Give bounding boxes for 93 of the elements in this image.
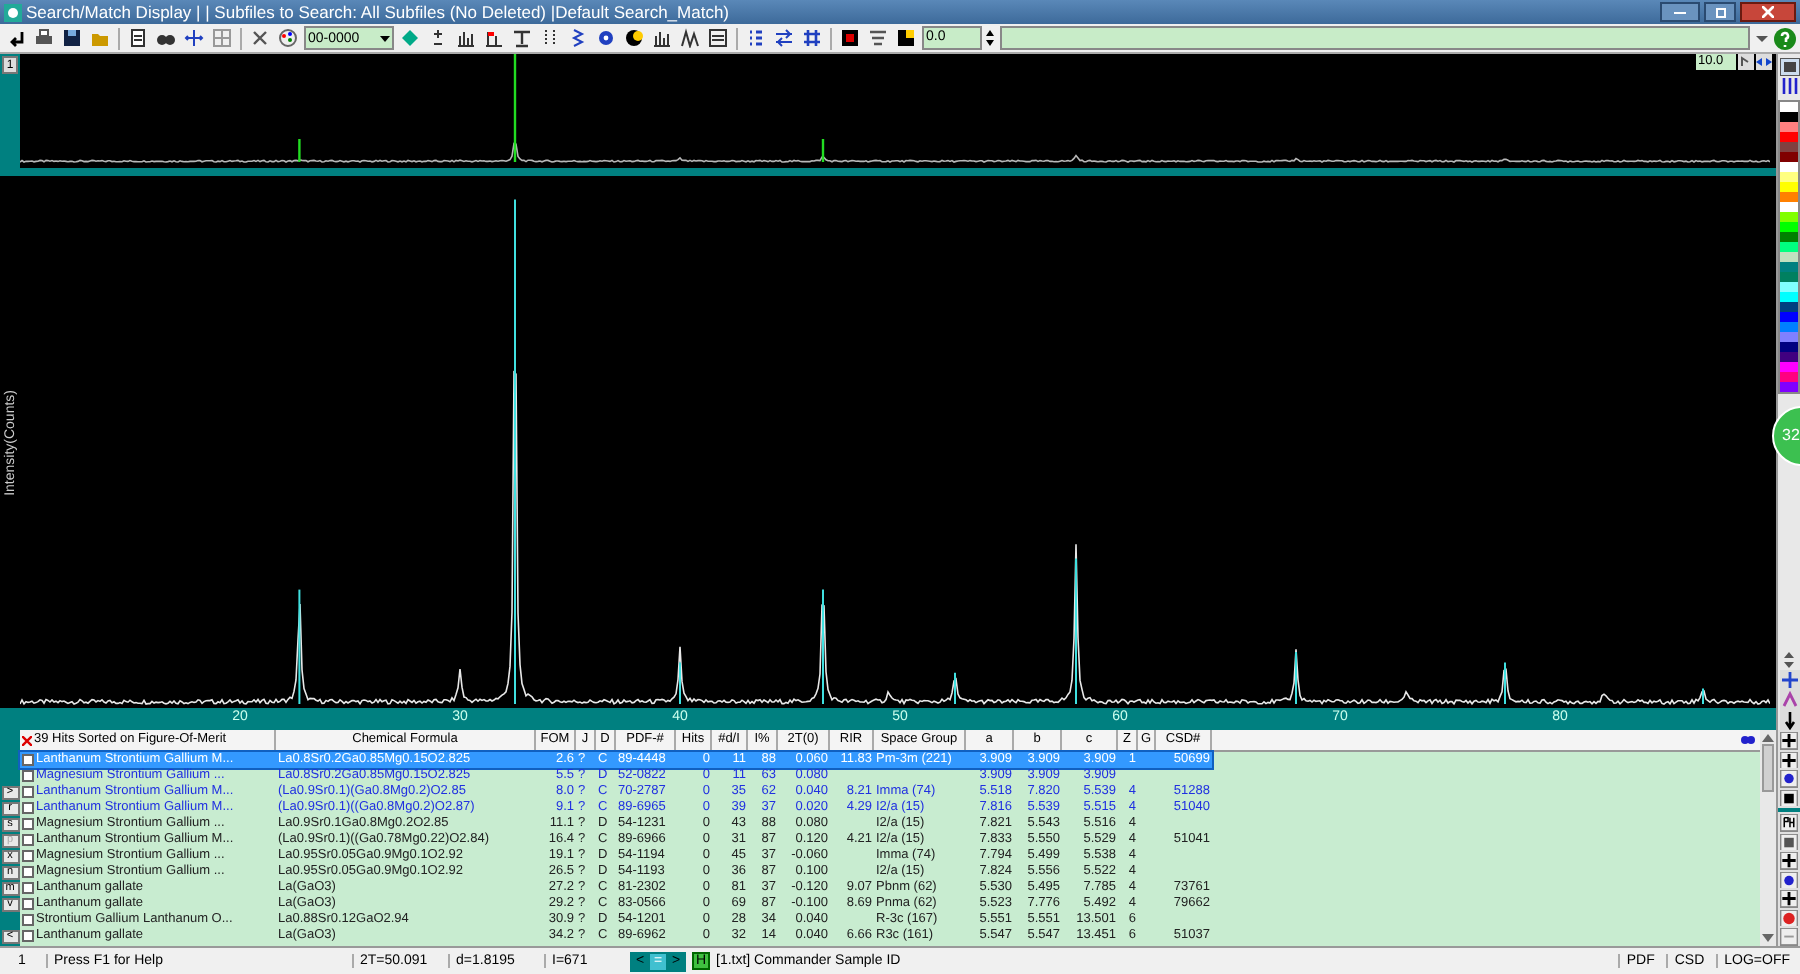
close-button[interactable] <box>1740 2 1796 22</box>
row-checkbox[interactable] <box>22 786 34 798</box>
color-swatch[interactable] <box>1780 362 1798 372</box>
color-swatch[interactable] <box>1780 182 1798 192</box>
color-swatch[interactable] <box>1780 342 1798 352</box>
color-swatch[interactable] <box>1780 242 1798 252</box>
hash-icon[interactable] <box>802 28 822 48</box>
count-badge: 32 <box>1772 406 1800 466</box>
color-swatch[interactable] <box>1780 352 1798 362</box>
save-icon[interactable] <box>62 28 82 48</box>
page-icon[interactable] <box>128 28 148 48</box>
peaks-icon[interactable] <box>680 28 700 48</box>
split-arrows-icon[interactable] <box>184 28 204 48</box>
eye-icon[interactable] <box>1780 770 1798 788</box>
double-dot-icon[interactable] <box>1740 734 1756 746</box>
minus-icon[interactable] <box>1780 928 1798 946</box>
row-checkbox[interactable] <box>22 770 34 782</box>
return-arrow-icon[interactable] <box>6 28 26 48</box>
close-icon[interactable] <box>22 735 32 745</box>
row-checkbox[interactable] <box>22 818 34 830</box>
minimize-button[interactable] <box>1660 2 1700 22</box>
color-swatch[interactable] <box>1780 272 1798 282</box>
color-swatch[interactable] <box>1780 152 1798 162</box>
scroll-down-arrow-icon[interactable] <box>1762 934 1774 944</box>
row-checkbox[interactable] <box>22 930 34 942</box>
down-arrow-icon[interactable] <box>1779 710 1799 730</box>
command-field[interactable] <box>1000 26 1750 50</box>
color-swatch[interactable] <box>1780 162 1798 172</box>
scale-arrow-icon[interactable] <box>1738 54 1754 70</box>
half-square-icon[interactable] <box>896 28 916 48</box>
moon-icon[interactable] <box>624 28 644 48</box>
color-swatch[interactable] <box>1780 102 1798 112</box>
vertical-scrollbar[interactable] <box>1760 730 1776 946</box>
dotted-lines-icon[interactable] <box>540 28 560 48</box>
row-checkbox[interactable] <box>22 914 34 926</box>
color-swatch[interactable] <box>1780 142 1798 152</box>
palette-icon[interactable] <box>278 28 298 48</box>
list-icon[interactable] <box>708 28 728 48</box>
row-checkbox[interactable] <box>22 850 34 862</box>
color-swatch[interactable] <box>1780 222 1798 232</box>
row-checkbox[interactable] <box>22 882 34 894</box>
app-icon <box>4 3 22 21</box>
color-swatch[interactable] <box>1780 112 1798 122</box>
color-swatch[interactable] <box>1780 202 1798 212</box>
stand-icon[interactable] <box>512 28 532 48</box>
row-checkbox[interactable] <box>22 754 34 766</box>
color-swatch[interactable] <box>1780 172 1798 182</box>
plus-minus-icon[interactable] <box>428 28 448 48</box>
row-checkbox[interactable] <box>22 866 34 878</box>
color-swatch[interactable] <box>1780 302 1798 312</box>
color-swatch[interactable] <box>1780 252 1798 262</box>
scroll-up-arrow-icon[interactable] <box>1762 732 1774 742</box>
color-swatch[interactable] <box>1780 282 1798 292</box>
filter-icon[interactable] <box>1780 833 1798 851</box>
row-checkbox[interactable] <box>22 834 34 846</box>
bars-icon[interactable] <box>1779 76 1799 96</box>
color-swatch[interactable] <box>1780 332 1798 342</box>
gem-icon[interactable] <box>400 28 420 48</box>
help-icon[interactable] <box>1774 27 1796 49</box>
stop-icon[interactable] <box>840 28 860 48</box>
spin-arrows-icon[interactable] <box>984 28 996 48</box>
color-swatch[interactable] <box>1780 292 1798 302</box>
arrows-list-icon[interactable] <box>774 28 794 48</box>
eye-icon[interactable] <box>1780 871 1798 889</box>
pattern-icon[interactable] <box>1779 58 1799 76</box>
color-swatch[interactable] <box>1780 132 1798 142</box>
color-swatch[interactable] <box>1780 122 1798 132</box>
printer-icon[interactable] <box>34 28 54 48</box>
no-entry-icon[interactable] <box>1780 909 1798 927</box>
bar-chart-icon[interactable] <box>652 28 672 48</box>
flag-chart-icon[interactable] <box>484 28 504 48</box>
close-icon <box>1762 6 1774 18</box>
color-swatch[interactable] <box>1780 312 1798 322</box>
row-checkbox[interactable] <box>22 898 34 910</box>
color-swatch[interactable] <box>1780 322 1798 332</box>
maximize-button[interactable] <box>1704 2 1736 22</box>
color-swatch[interactable] <box>1780 262 1798 272</box>
color-swatch[interactable] <box>1780 382 1798 392</box>
stack-icon[interactable] <box>868 28 888 48</box>
bar-chart-icon[interactable] <box>456 28 476 48</box>
window-title: Search/Match Display | | Subfiles to Search: All Subfiles (No Deleted) |Default Search_Match) <box>26 3 730 21</box>
dotted-list-icon[interactable] <box>746 28 766 48</box>
color-swatch[interactable] <box>1780 232 1798 242</box>
color-swatch[interactable] <box>1780 192 1798 202</box>
color-swatch[interactable] <box>1780 212 1798 222</box>
color-swatch[interactable] <box>1780 372 1798 382</box>
row-checkbox[interactable] <box>22 802 34 814</box>
scroll-arrows-icon[interactable] <box>1780 650 1798 670</box>
rh-icon[interactable] <box>1780 814 1798 832</box>
scissors-icon[interactable] <box>250 28 270 48</box>
expand-arrows-icon[interactable] <box>1756 54 1772 70</box>
square-icon[interactable] <box>1780 789 1798 807</box>
crosshair-icon[interactable] <box>1779 670 1799 690</box>
